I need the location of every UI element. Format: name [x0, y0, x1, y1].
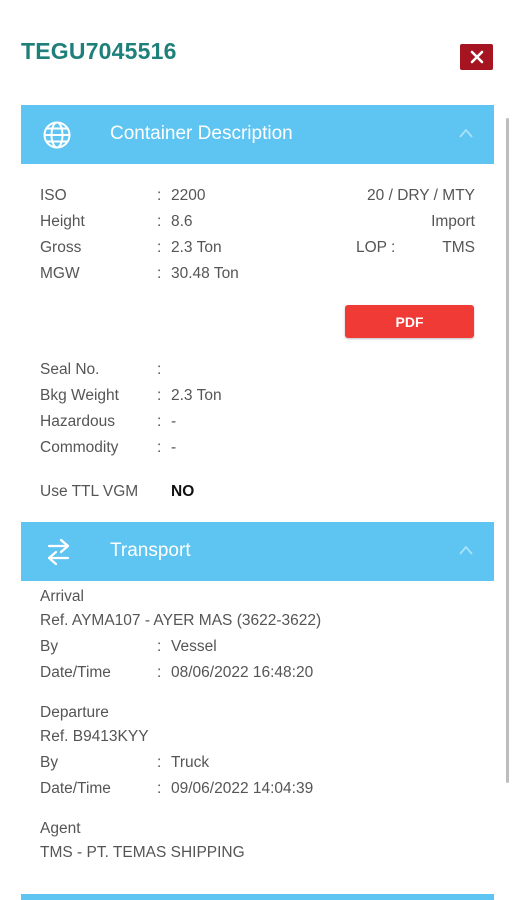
- colon: :: [157, 780, 162, 797]
- chevron-up-icon[interactable]: [458, 544, 474, 556]
- departure-ref: Ref. B9413KYY: [40, 728, 149, 745]
- pdf-button[interactable]: PDF: [345, 305, 474, 338]
- detail-scroll-area[interactable]: Container Description ISO : 2200 20 / DR…: [21, 105, 494, 900]
- colon: :: [157, 213, 162, 230]
- hazardous-label: Hazardous: [40, 413, 115, 430]
- colon: :: [157, 387, 162, 404]
- container-id-title: TEGU7045516: [21, 38, 177, 64]
- departure-datetime-value: 09/06/2022 14:04:39: [171, 780, 314, 797]
- commodity-value: -: [171, 439, 177, 456]
- colon: :: [157, 187, 162, 204]
- colon: :: [157, 413, 162, 430]
- gross-label: Gross: [40, 239, 82, 256]
- colon: :: [157, 638, 162, 655]
- arrival-by-label: By: [40, 638, 59, 655]
- transport-header[interactable]: Transport: [21, 522, 494, 581]
- agent-value: TMS - PT. TEMAS SHIPPING: [40, 844, 245, 861]
- arrival-datetime-value: 08/06/2022 16:48:20: [171, 664, 314, 681]
- transport-body: Arrival Ref. AYMA107 - AYER MAS (3622-36…: [21, 581, 494, 900]
- chevron-up-icon[interactable]: [458, 127, 474, 139]
- colon: :: [157, 439, 162, 456]
- commodity-label: Commodity: [40, 439, 119, 456]
- transport-title: Transport: [110, 540, 191, 561]
- container-description-title: Container Description: [110, 123, 293, 144]
- seal-no-label: Seal No.: [40, 361, 100, 378]
- vertical-scrollbar[interactable]: [506, 118, 509, 783]
- globe-icon: [43, 121, 71, 149]
- close-button[interactable]: [460, 44, 493, 70]
- departure-heading: Departure: [40, 704, 109, 721]
- transfer-arrows-icon: [47, 538, 70, 566]
- mgw-value: 30.48 Ton: [171, 265, 239, 282]
- colon: :: [157, 239, 162, 256]
- movement-type: Import: [431, 213, 475, 230]
- mgw-label: MGW: [40, 265, 80, 282]
- height-label: Height: [40, 213, 85, 230]
- next-section-header-edge[interactable]: [21, 894, 494, 900]
- colon: :: [157, 265, 162, 282]
- container-description-body: ISO : 2200 20 / DRY / MTY Height : 8.6 I…: [21, 164, 494, 522]
- departure-datetime-label: Date/Time: [40, 780, 111, 797]
- lop-label: LOP :: [356, 239, 396, 256]
- bkg-weight-value: 2.3 Ton: [171, 387, 222, 404]
- colon: :: [157, 361, 162, 378]
- container-detail-panel: TEGU7045516 Container Description ISO :: [0, 0, 513, 900]
- lop-value: TMS: [442, 239, 475, 256]
- colon: :: [157, 664, 162, 681]
- container-description-header[interactable]: Container Description: [21, 105, 494, 164]
- iso-label: ISO: [40, 187, 67, 204]
- type-summary: 20 / DRY / MTY: [367, 187, 475, 204]
- close-icon: [470, 50, 483, 64]
- departure-by-value: Truck: [171, 754, 210, 771]
- height-value: 8.6: [171, 213, 193, 230]
- arrival-by-value: Vessel: [171, 638, 217, 655]
- ttl-vgm-value: NO: [171, 483, 195, 500]
- iso-value: 2200: [171, 187, 206, 204]
- gross-value: 2.3 Ton: [171, 239, 222, 256]
- hazardous-value: -: [171, 413, 177, 430]
- arrival-datetime-label: Date/Time: [40, 664, 111, 681]
- departure-by-label: By: [40, 754, 59, 771]
- colon: :: [157, 754, 162, 771]
- arrival-ref: Ref. AYMA107 - AYER MAS (3622-3622): [40, 612, 322, 629]
- agent-heading: Agent: [40, 820, 81, 837]
- bkg-weight-label: Bkg Weight: [40, 387, 119, 404]
- ttl-vgm-label: Use TTL VGM: [40, 483, 139, 500]
- arrival-heading: Arrival: [40, 588, 84, 605]
